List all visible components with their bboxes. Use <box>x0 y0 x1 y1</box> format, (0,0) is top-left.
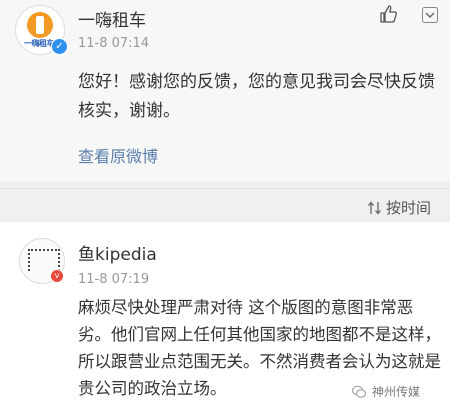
comment-time: 11-8 07:19 <box>78 272 150 287</box>
verified-badge-icon: ✓ <box>51 38 68 55</box>
brand-logo-text: 一嗨租车 <box>24 39 55 48</box>
watermark-label: 神州传媒 <box>372 383 421 400</box>
divider-line <box>0 188 450 189</box>
thumbs-up-icon[interactable] <box>379 4 399 24</box>
post-time: 11-8 07:14 <box>78 36 150 51</box>
avatar-doodle <box>28 249 60 271</box>
chevron-down-icon[interactable] <box>422 7 438 23</box>
post-content: 您好！感谢您的反馈，您的意见我司会尽快反馈核实，谢谢。 <box>78 72 435 121</box>
user-badge-icon: v <box>50 269 64 283</box>
view-original-link[interactable]: 查看原微博 <box>78 143 158 167</box>
post-author[interactable]: 一嗨租车 <box>78 6 146 31</box>
sort-icon[interactable] <box>367 201 383 215</box>
brand-logo-mark <box>36 16 44 34</box>
comment-author[interactable]: 鱼kipedia <box>78 240 157 265</box>
sort-by-time-button[interactable]: 按时间 <box>386 197 431 218</box>
wechat-icon <box>352 385 366 398</box>
